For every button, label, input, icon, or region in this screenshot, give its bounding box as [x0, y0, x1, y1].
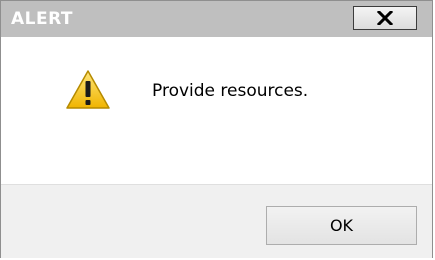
warning-icon — [65, 69, 111, 111]
alert-dialog: ALERT Provide resources. OK — [0, 0, 433, 258]
alert-message: Provide resources. — [152, 81, 309, 101]
close-icon — [377, 11, 393, 25]
dialog-titlebar[interactable]: ALERT — [1, 1, 432, 37]
dialog-title: ALERT — [11, 9, 74, 29]
close-button[interactable] — [353, 6, 417, 30]
ok-button[interactable]: OK — [266, 206, 417, 245]
